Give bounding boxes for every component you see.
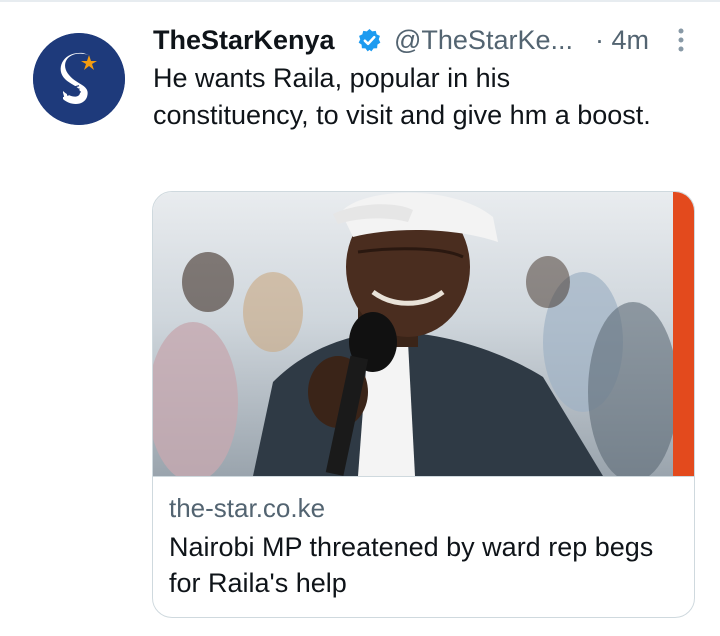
tweet-header: TheStarKenya @TheStarKe... · 4m xyxy=(153,22,693,58)
tweet-text: He wants Raila, popular in his constitue… xyxy=(153,63,651,130)
news-photo-image xyxy=(153,192,694,476)
card-text: the-star.co.ke Nairobi MP threatened by … xyxy=(153,476,694,598)
the-star-logo-icon: THE xyxy=(33,33,125,125)
verified-badge-icon xyxy=(358,29,381,52)
card-headline[interactable]: Nairobi MP threatened by ward rep begs f… xyxy=(169,529,669,601)
top-divider xyxy=(0,0,720,2)
avatar[interactable]: THE xyxy=(33,33,125,125)
author-name[interactable]: TheStarKenya xyxy=(153,22,335,58)
card-domain: the-star.co.ke xyxy=(169,493,326,523)
more-options-icon[interactable] xyxy=(673,26,689,54)
link-preview-card[interactable]: the-star.co.ke Nairobi MP threatened by … xyxy=(152,191,695,618)
author-handle[interactable]: @TheStarKe... xyxy=(394,22,573,58)
tweet-timestamp[interactable]: · 4m xyxy=(595,22,649,58)
